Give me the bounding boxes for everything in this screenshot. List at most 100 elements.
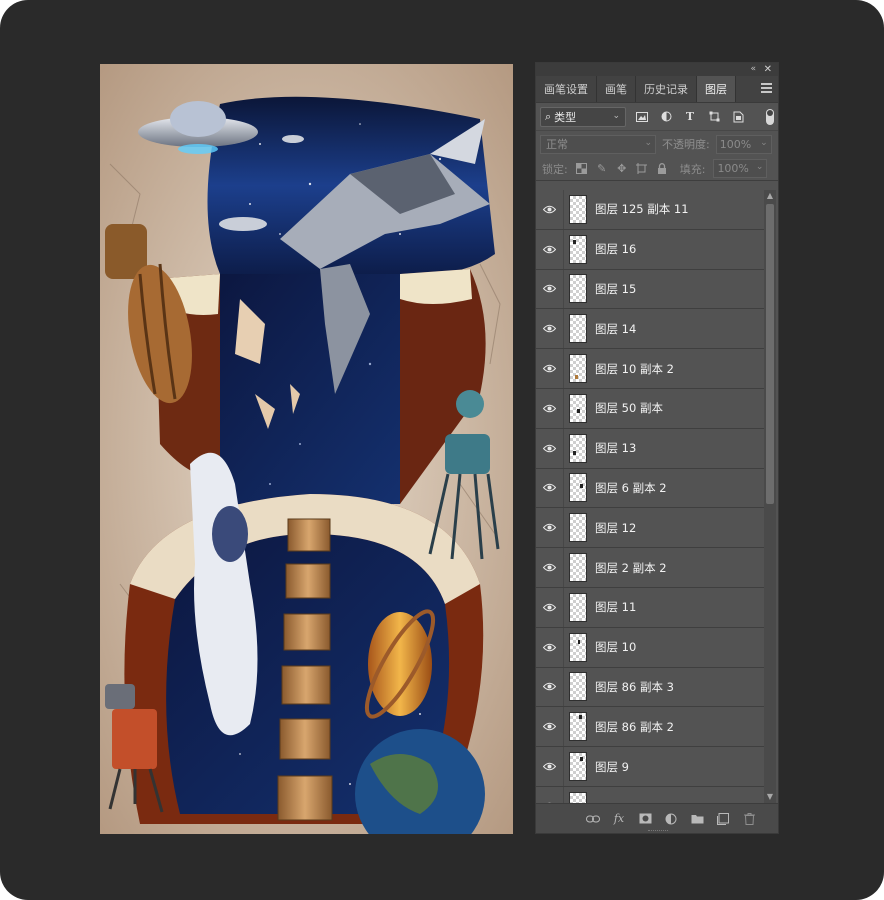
blend-row: 正常 ⌄ 不透明度: 100% ⌄	[536, 131, 778, 157]
panel-topbar: « ✕	[536, 63, 778, 76]
visibility-eye-icon[interactable]	[536, 428, 564, 468]
visibility-eye-icon[interactable]	[536, 508, 564, 548]
layer-name: 图层 125 副本 11	[595, 202, 689, 217]
close-panel-icon[interactable]: ✕	[764, 63, 772, 76]
add-mask-icon[interactable]	[638, 812, 652, 826]
layers-scrollbar[interactable]: ▲ ▼	[764, 190, 776, 803]
layers-panel: « ✕ 画笔设置 画笔 历史记录 图层 ⌕ 类型 ⌄ T 正常 ⌄ 不透明度: …	[535, 62, 779, 834]
visibility-eye-icon[interactable]	[536, 388, 564, 428]
tab-layers[interactable]: 图层	[697, 76, 736, 102]
layer-row[interactable]: 图层 86 副本 3	[536, 667, 764, 708]
scroll-down-icon[interactable]: ▼	[764, 791, 776, 803]
layer-thumbnail	[569, 752, 587, 782]
fill-label: 填充:	[679, 162, 706, 176]
lock-label: 锁定:	[542, 162, 568, 176]
panel-tabbar: 画笔设置 画笔 历史记录 图层	[536, 76, 778, 103]
shape-filter-icon[interactable]	[706, 109, 722, 125]
visibility-eye-icon[interactable]	[536, 747, 564, 786]
opacity-input[interactable]: 100% ⌄	[715, 134, 772, 154]
chevron-down-icon: ⌄	[612, 110, 620, 121]
tab-brushes[interactable]: 画笔	[597, 76, 636, 102]
smart-object-filter-icon[interactable]	[730, 109, 746, 125]
layers-bottom-bar: fx	[536, 803, 778, 833]
opacity-label: 不透明度:	[662, 138, 710, 151]
document-canvas[interactable]	[100, 64, 513, 834]
layer-name: 图层 2 副本 2	[595, 560, 667, 575]
visibility-eye-icon[interactable]	[536, 349, 564, 388]
filter-toggle[interactable]	[766, 108, 774, 125]
layer-name: 图层 50 副本	[595, 401, 663, 416]
layer-row[interactable]: 图层 10	[536, 627, 764, 668]
fill-input[interactable]: 100% ⌄	[713, 159, 768, 178]
visibility-eye-icon[interactable]	[536, 229, 564, 269]
layer-row[interactable]: 图层 16	[536, 229, 764, 270]
filter-kind-select[interactable]: ⌕ 类型 ⌄	[540, 106, 626, 127]
visibility-eye-icon[interactable]	[536, 627, 564, 667]
layer-thumbnail	[569, 274, 587, 304]
adjustment-layer-icon[interactable]	[664, 812, 678, 826]
layer-thumbnail	[569, 712, 587, 742]
fill-value: 100%	[717, 162, 749, 175]
layer-name: 图层 10	[595, 640, 637, 655]
layer-thumbnail	[569, 791, 587, 803]
lock-position-icon[interactable]: ✥	[616, 162, 628, 175]
layer-thumbnail	[569, 632, 587, 662]
tab-brush-settings[interactable]: 画笔设置	[536, 76, 597, 102]
layer-row[interactable]: 图层 6 副本 2	[536, 468, 764, 509]
layer-name: 图层 11	[595, 600, 637, 615]
layer-name: 图层 86 副本 2	[595, 719, 674, 734]
lock-transparent-pixels-icon[interactable]	[576, 163, 588, 175]
scroll-up-icon[interactable]: ▲	[764, 190, 776, 202]
layer-row[interactable]: 图层 2 副本 2	[536, 548, 764, 588]
new-group-icon[interactable]	[690, 812, 704, 826]
layer-thumbnail	[569, 354, 587, 384]
tab-history[interactable]: 历史记录	[636, 76, 697, 102]
visibility-eye-icon[interactable]	[536, 707, 564, 747]
layer-row[interactable]: 图层 13	[536, 428, 764, 469]
layer-row[interactable]: 图层 50 副本	[536, 388, 764, 429]
link-layers-icon[interactable]	[586, 812, 600, 826]
panel-resize-grip[interactable]	[648, 830, 668, 833]
collapse-panel-icon[interactable]: «	[750, 63, 756, 76]
image-filter-icon[interactable]	[634, 109, 650, 125]
layer-thumbnail	[569, 194, 587, 224]
layer-name: 图层 6 副本 2	[595, 480, 667, 495]
layer-row[interactable]: 图层 15	[536, 269, 764, 310]
layer-row[interactable]: 图层 86 副本 2	[536, 707, 764, 748]
layer-row[interactable]: 图层 9	[536, 747, 764, 787]
new-layer-icon[interactable]	[716, 812, 730, 826]
visibility-eye-icon[interactable]	[536, 269, 564, 309]
visibility-eye-icon[interactable]	[536, 548, 564, 587]
blend-mode-select[interactable]: 正常 ⌄	[540, 134, 656, 154]
layers-list: 图层 125 副本 11 图层 16 图层 15 图层 14 图层 10 副本	[536, 190, 764, 803]
layer-row[interactable]: 图层 14	[536, 309, 764, 350]
layer-row[interactable]	[536, 786, 764, 803]
layer-thumbnail	[569, 433, 587, 463]
visibility-eye-icon[interactable]	[536, 587, 564, 627]
adjustment-filter-icon[interactable]	[658, 109, 674, 125]
layer-name: 图层 10 副本 2	[595, 361, 674, 376]
panel-menu-icon[interactable]	[761, 83, 772, 93]
layer-row[interactable]: 图层 11	[536, 587, 764, 628]
visibility-eye-icon[interactable]	[536, 667, 564, 707]
type-filter-icon[interactable]: T	[682, 109, 698, 125]
visibility-eye-icon[interactable]	[536, 786, 564, 803]
layer-thumbnail	[569, 592, 587, 622]
fx-icon[interactable]: fx	[612, 812, 626, 826]
layer-row[interactable]: 图层 12	[536, 508, 764, 549]
visibility-eye-icon[interactable]	[536, 190, 564, 229]
delete-layer-icon[interactable]	[742, 812, 756, 826]
layer-thumbnail	[569, 314, 587, 344]
lock-all-icon[interactable]	[656, 162, 668, 175]
scroll-thumb[interactable]	[766, 204, 774, 504]
visibility-eye-icon[interactable]	[536, 309, 564, 349]
layer-thumbnail	[569, 672, 587, 702]
lock-image-pixels-icon[interactable]: ✎	[596, 162, 608, 175]
lock-artboard-icon[interactable]	[636, 163, 648, 175]
layer-thumbnail	[569, 393, 587, 423]
layer-row[interactable]: 图层 125 副本 11	[536, 190, 764, 230]
layer-row[interactable]: 图层 10 副本 2	[536, 349, 764, 389]
visibility-eye-icon[interactable]	[536, 468, 564, 508]
layer-thumbnail	[569, 473, 587, 503]
layer-name: 图层 9	[595, 759, 629, 774]
